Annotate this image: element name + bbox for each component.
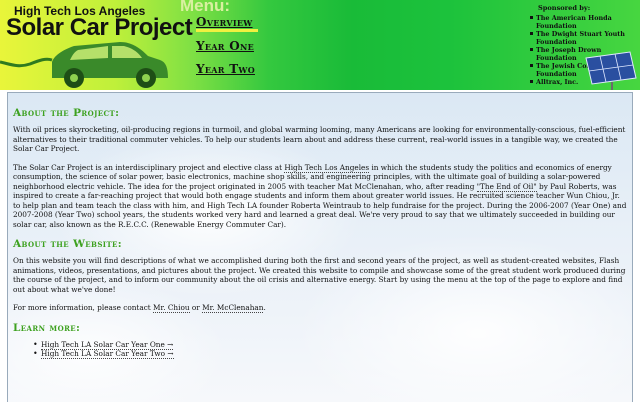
learn-more-item: High Tech LA Solar Car Year Two → xyxy=(33,349,627,360)
solar-panel-icon xyxy=(585,51,637,90)
menu-heading: Menu: xyxy=(180,0,231,15)
active-nav-indicator xyxy=(196,29,258,32)
nav-overview-link[interactable]: Overview xyxy=(196,15,253,29)
year-two-external-link[interactable]: High Tech LA Solar Car Year Two → xyxy=(41,349,174,360)
about-website-heading: About the Website: xyxy=(13,238,123,250)
text-run: The Solar Car Project is an interdiscipl… xyxy=(13,162,285,172)
sponsor-item: The Dwight Stuart Youth Foundation xyxy=(528,30,640,46)
sponsor-item: The American Honda Foundation xyxy=(528,14,640,30)
about-project-heading: About the Project: xyxy=(13,107,120,119)
text-run: For more information, please contact xyxy=(13,303,154,312)
about-website-intro: On this website you will find descriptio… xyxy=(13,256,626,294)
year-one-external-link[interactable]: High Tech LA Solar Car Year One → xyxy=(41,339,174,350)
htla-link[interactable]: High Tech Los Angeles xyxy=(284,162,370,173)
text-run: . xyxy=(263,303,266,312)
about-project-details: The Solar Car Project is an interdiscipl… xyxy=(13,162,627,230)
solar-car-logo-icon xyxy=(0,42,168,88)
learn-more-item: High Tech LA Solar Car Year One → xyxy=(33,339,627,350)
sponsors-title: Sponsored by: xyxy=(538,4,591,12)
main-content: About the Project: With oil prices skyro… xyxy=(7,92,633,402)
end-of-oil-link[interactable]: "The End of Oil" xyxy=(476,181,537,192)
mr-mcclenahan-link[interactable]: Mr. McClenahan xyxy=(202,303,264,313)
learn-more-list: High Tech LA Solar Car Year One → High T… xyxy=(33,339,627,360)
text-run: or xyxy=(189,303,203,312)
about-project-intro: With oil prices skyrocketing, oil-produc… xyxy=(13,125,626,153)
learn-more-heading: Learn more: xyxy=(13,321,81,334)
mr-chiou-link[interactable]: Mr. Chiou xyxy=(153,303,190,313)
nav-year-two-link[interactable]: Year Two xyxy=(196,62,255,76)
nav-year-one-link[interactable]: Year One xyxy=(196,39,254,53)
contact-paragraph: For more information, please contact Mr.… xyxy=(13,303,627,313)
site-header: High Tech Los Angeles Solar Car Project … xyxy=(0,0,640,90)
